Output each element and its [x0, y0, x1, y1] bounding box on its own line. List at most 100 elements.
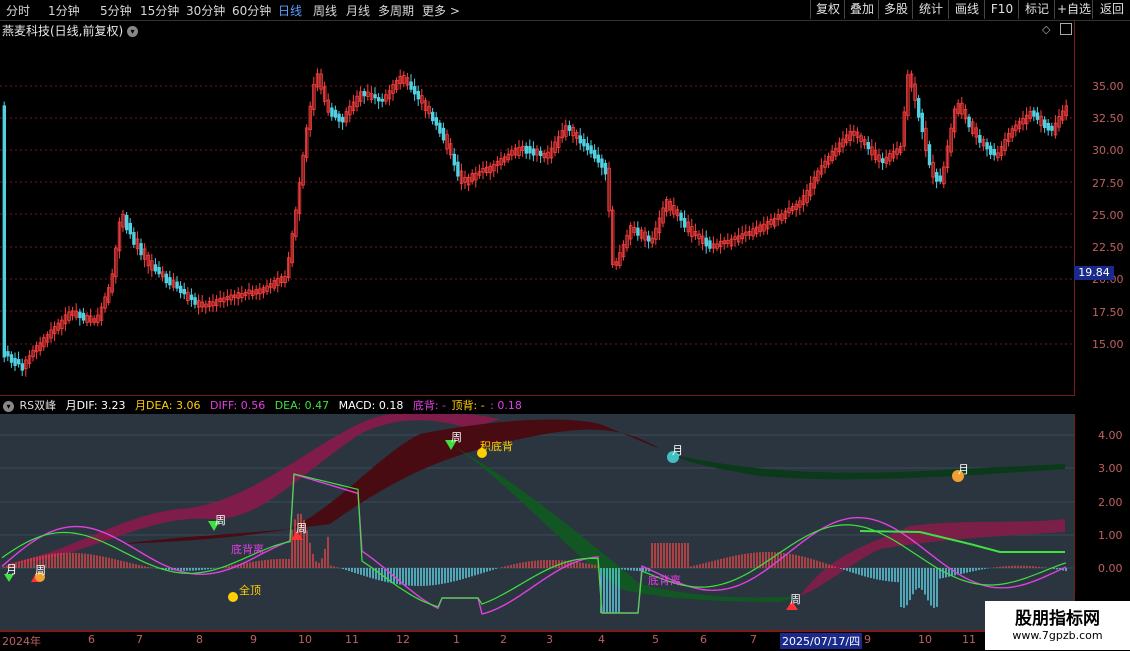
mark-button[interactable]: 标记 — [1018, 0, 1055, 19]
candle-body — [567, 125, 572, 131]
candle-body — [917, 98, 921, 118]
candle-body — [193, 297, 197, 305]
back-button[interactable]: 返回 — [1092, 0, 1130, 19]
draw-button[interactable]: 画线 — [948, 0, 985, 19]
candle-body — [2, 105, 6, 358]
candle-body — [881, 158, 885, 164]
bottom-divergence-value: 底背: - — [412, 399, 446, 412]
candle-body — [132, 232, 136, 245]
price-tick: 35.00 — [1092, 80, 1124, 93]
tab-1min[interactable]: 1分钟 — [48, 2, 80, 19]
candle-body — [600, 158, 604, 168]
date-tick: 12 — [396, 633, 410, 646]
price-tick: 32.50 — [1092, 112, 1124, 125]
f10-button[interactable]: F10 — [984, 0, 1019, 19]
candle-body — [992, 149, 996, 156]
week-label: 周 — [790, 593, 801, 606]
bottom-divergence-label: 底背离 — [648, 574, 681, 587]
candle-body — [452, 153, 456, 166]
candle-body — [531, 148, 536, 156]
tab-monthly[interactable]: 月线 — [346, 2, 370, 19]
date-tick: 2024年 — [2, 635, 41, 648]
candle-body — [20, 363, 24, 371]
add-watchlist-button[interactable]: +自选 — [1054, 0, 1093, 19]
candle-body — [6, 351, 10, 357]
tab-15min[interactable]: 15分钟 — [140, 2, 179, 19]
indicator-tick: 1.00 — [1098, 529, 1123, 542]
stats-button[interactable]: 统计 — [912, 0, 949, 19]
date-tick: 5 — [652, 633, 659, 646]
week-label: 周 — [451, 431, 462, 444]
candle-body — [582, 139, 586, 147]
multi-stock-button[interactable]: 多股 — [878, 0, 913, 19]
yellow-dot-icon — [228, 592, 238, 602]
date-tick: 7 — [136, 633, 143, 646]
price-tick: 27.50 — [1092, 177, 1124, 190]
tab-60min[interactable]: 60分钟 — [232, 2, 271, 19]
tab-weekly[interactable]: 周线 — [313, 2, 337, 19]
tab-daily[interactable]: 日线 — [278, 2, 302, 19]
indicator-chart[interactable] — [0, 414, 1074, 630]
week-label: 周 — [215, 514, 226, 527]
candle-body — [539, 150, 543, 157]
tab-30min[interactable]: 30分钟 — [186, 2, 225, 19]
candle-body — [596, 154, 600, 163]
candle-body — [589, 145, 593, 154]
tab-multi-period[interactable]: 多周期 — [378, 2, 414, 19]
candle-body — [337, 113, 341, 122]
watermark-url: www.7gpzb.com — [1012, 629, 1103, 642]
chevron-down-icon[interactable]: ▾ — [3, 401, 14, 412]
indicator-name[interactable]: RS双峰 — [20, 399, 57, 412]
candle-body — [978, 134, 982, 143]
week-label: 周 — [296, 522, 307, 535]
candle-body — [593, 149, 597, 159]
price-tick: 15.00 — [1092, 338, 1124, 351]
candle-body — [333, 109, 338, 118]
candle-body — [1032, 110, 1036, 117]
candle-body — [441, 127, 446, 141]
month-label: 月 — [6, 563, 17, 576]
candle-body — [430, 111, 435, 122]
candle-body — [985, 142, 989, 150]
candle-body — [164, 273, 168, 284]
candle-body — [9, 354, 14, 363]
candle-body — [456, 161, 460, 177]
candle-body — [330, 107, 334, 117]
candle-body — [189, 294, 194, 300]
fuquan-button[interactable]: 复权 — [810, 0, 845, 19]
date-tick: 6 — [700, 633, 707, 646]
macd-value: MACD: 0.18 — [338, 399, 404, 412]
tab-fenshi[interactable]: 分时 — [6, 2, 30, 19]
candlestick-chart[interactable] — [0, 21, 1074, 395]
crosshair-date: 2025/07/17/四 — [780, 633, 863, 649]
tab-more[interactable]: 更多 > — [422, 2, 460, 19]
candle-body — [927, 144, 932, 166]
watermark-title: 股朋指标网 — [1015, 609, 1100, 629]
indicator-header: ▾ RS双峰 月DIF: 3.23 月DEA: 3.06 DIFF: 0.56 … — [0, 397, 528, 413]
candle-body — [438, 122, 442, 134]
bottom-divergence-label: 底背离 — [231, 543, 264, 556]
month-label: 月 — [672, 444, 683, 457]
candle-body — [128, 222, 132, 235]
date-tick: 2 — [500, 633, 507, 646]
candle-body — [175, 281, 179, 289]
candle-body — [935, 172, 939, 182]
ribbon-lower — [120, 419, 660, 544]
date-tick: 4 — [598, 633, 605, 646]
extra-value: : 0.18 — [490, 399, 522, 412]
period-toolbar: 分时 1分钟 5分钟 15分钟 30分钟 60分钟 日线 周线 月线 多周期 更… — [0, 0, 1130, 21]
price-tick: 30.00 — [1092, 144, 1124, 157]
price-tick: 25.00 — [1092, 209, 1124, 222]
diff-value: DIFF: 0.56 — [209, 399, 266, 412]
date-tick: 9 — [250, 633, 257, 646]
indicator-tick: 4.00 — [1098, 429, 1123, 442]
month-dif-value: 月DIF: 3.23 — [65, 399, 126, 412]
date-tick: 11 — [962, 633, 976, 646]
candle-body — [168, 277, 172, 286]
candle-body — [78, 311, 82, 319]
overlay-button[interactable]: 叠加 — [844, 0, 879, 19]
date-tick: 9 — [864, 633, 871, 646]
tab-5min[interactable]: 5分钟 — [100, 2, 132, 19]
candle-body — [524, 145, 528, 154]
price-tick: 17.50 — [1092, 306, 1124, 319]
